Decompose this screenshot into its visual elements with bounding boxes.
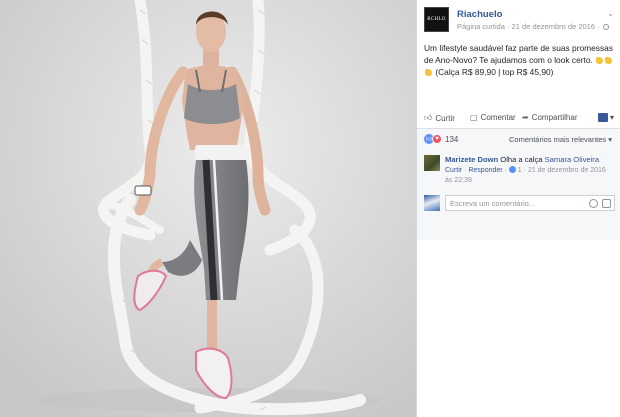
speech-bubble-icon: ▢ [470, 113, 478, 122]
caret-down-icon: ▾ [609, 113, 614, 122]
post-side-panel: RCHLO Riachuelo Página curtida · 21 de d… [417, 0, 620, 417]
comment-label: Comentar [480, 113, 516, 122]
post-text-line1: Um lifestyle saudável faz parte de suas … [424, 43, 613, 53]
comment-input-placeholder: Escreva um comentário... [450, 199, 536, 208]
page-logo-text: RCHLO [427, 17, 446, 22]
hand-emoji-icon [596, 57, 604, 64]
post-meta: Página curtida · 21 de dezembro de 2016 … [457, 22, 609, 31]
page-thumbnail-icon [597, 113, 608, 122]
share-arrow-icon: ➦ [522, 113, 529, 122]
comment-actions: Curtir · Responder · 1 · 21 de dezembro … [445, 165, 606, 184]
share-label: Compartilhar [531, 113, 578, 122]
like-reaction-icon [508, 165, 516, 173]
avatar [424, 195, 440, 211]
post-text: Um lifestyle saudável faz parte de suas … [424, 42, 614, 78]
page-logo[interactable]: RCHLO [424, 7, 449, 32]
comment-mention[interactable]: Samara Oliveira [545, 155, 599, 164]
post-as-selector[interactable]: ▾ [597, 113, 614, 122]
hand-emoji-icon [425, 69, 432, 76]
love-reaction-icon[interactable]: ♥ [432, 134, 442, 144]
thumbs-up-icon: 👍︎ [424, 113, 433, 122]
comment-reply-link[interactable]: Responder [468, 167, 502, 174]
like-label: Curtir [435, 113, 455, 123]
post-header: RCHLO Riachuelo Página curtida · 21 de d… [424, 7, 614, 35]
like-button[interactable]: 👍︎ Curtir [424, 113, 455, 123]
post-action-bar: 👍︎ Curtir ▢ Comentar ➦ Compartilhar ▾ [424, 110, 614, 126]
comment-input[interactable]: Escreva um comentário... [445, 195, 615, 211]
page-name-link[interactable]: Riachuelo [457, 9, 502, 20]
reply-row: Escreva um comentário... [424, 195, 615, 213]
reactions-row: 👍︎ ♥ 134 Comentários mais relevantes ▾ [417, 129, 620, 150]
hand-emoji-icon [605, 57, 613, 64]
post-text-line3: (Calça R$ 89,90 | top R$ 45,90) [435, 67, 554, 77]
avatar[interactable] [424, 155, 440, 171]
chevron-down-icon[interactable]: ⌄ [607, 9, 614, 18]
comment-text: Olha a calça [498, 155, 545, 164]
comment-like-count: 1 [517, 166, 522, 174]
post-text-line2: de Ano-Novo? Te ajudamos com o look cert… [424, 55, 593, 65]
comment-body: Marizete Down Olha a calça Samara Olivei… [445, 155, 615, 186]
comment-sort-dropdown[interactable]: Comentários mais relevantes ▾ [509, 135, 612, 144]
post-meta-text: Página curtida · 21 de dezembro de 2016 … [457, 22, 600, 31]
comment-button[interactable]: ▢ Comentar [470, 113, 516, 122]
fitness-model-photo [0, 0, 416, 417]
share-button[interactable]: ➦ Compartilhar [522, 113, 578, 122]
emoji-icon[interactable] [589, 199, 598, 208]
globe-icon [602, 24, 609, 30]
comment-like-link[interactable]: Curtir [445, 167, 462, 174]
comment-author[interactable]: Marizete Down [445, 155, 498, 164]
comments-area: Marizete Down Olha a calça Samara Olivei… [417, 150, 620, 240]
sticker-icon[interactable] [602, 199, 611, 208]
post-photo[interactable] [0, 0, 416, 417]
reaction-count[interactable]: 134 [445, 135, 458, 144]
